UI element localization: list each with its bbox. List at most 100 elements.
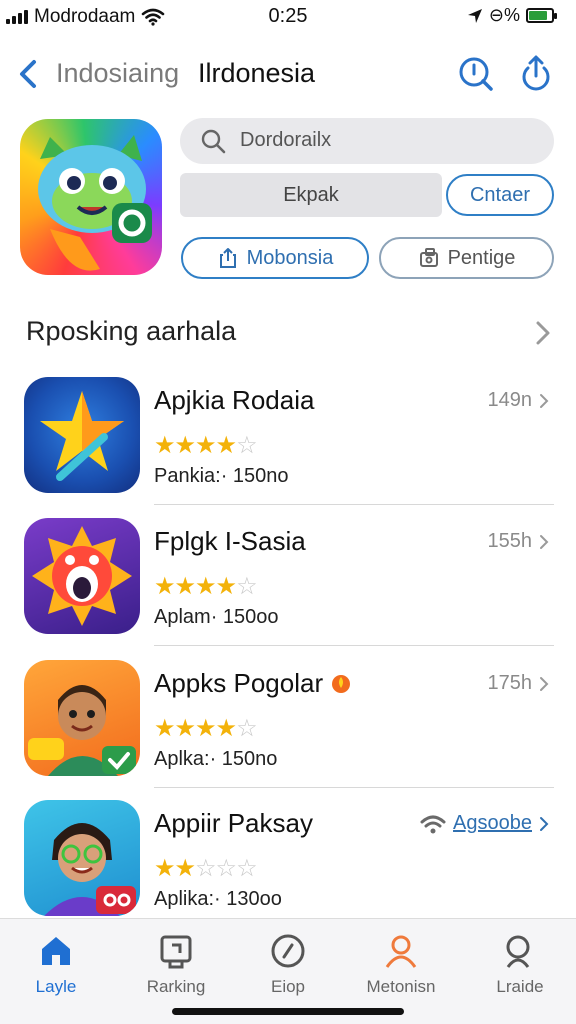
star-filled-icon: ★ [174,715,196,742]
home-indicator [172,1008,404,1015]
chevron-right-icon [540,816,549,831]
app-side-text: 155h [487,530,533,552]
divider [154,504,554,505]
wifi-signal-icon [420,815,446,833]
tab-label: Rarking [146,977,206,996]
star-rating: ★★☆☆☆ [154,854,258,883]
app-thumbnail-avatar [24,800,140,916]
star-empty-icon: ☆ [195,855,216,882]
app-side-info[interactable]: 155h [488,530,551,553]
star-filled-icon: ★ [154,432,175,459]
star-empty-icon: ☆ [215,855,237,882]
share-icon [219,248,236,268]
app-meta: Pankia:· 150no [154,465,289,487]
navigation-bar: Indosiaing Ilrdonesia [0,48,576,100]
star-rating: ★★★★☆ [154,431,258,460]
tab-label: Layle [35,977,77,996]
nav-back-label[interactable]: Indosiaing [56,58,179,89]
star-filled-icon: ★ [154,715,175,742]
search-field[interactable]: Dordorailx [180,118,554,164]
chevron-right-icon[interactable] [532,318,554,348]
app-side-text: 175h [487,672,533,694]
star-filled-icon: ★ [215,715,237,742]
ranking-icon [160,935,192,969]
person-icon [385,935,417,968]
tab-profile[interactable]: Metonisn [353,931,449,997]
magnifier-icon [201,129,226,154]
star-filled-icon: ★ [215,432,237,459]
tab-label: Lraide [496,977,544,996]
get-button-label: Ekpak [283,184,339,206]
app-name: Apjkia Rodaia [154,385,315,415]
search-icon [506,935,530,968]
share-app-button[interactable]: Mobonsia [181,237,369,279]
star-empty-icon: ☆ [236,573,257,600]
list-item[interactable]: Fplgk I-Sasia ★★★★☆ Aplam· 150oo 155h [0,518,576,658]
tab-explore[interactable]: Eiop [240,931,336,997]
chevron-right-icon [540,393,549,408]
app-side-info[interactable]: 149n [488,389,551,412]
star-filled-icon: ★ [215,573,237,600]
star-filled-icon: ★ [174,855,196,882]
battery-icon [526,8,557,23]
star-filled-icon: ★ [174,573,196,600]
open-button-label: Cntaer [469,183,531,206]
page-title: Ilrdonesia [198,58,316,88]
battery-percent: ⊖% [488,5,520,25]
get-button[interactable]: Ekpak [180,173,442,217]
search-icon[interactable] [456,54,496,94]
app-side-text: 149n [487,389,533,411]
app-name: Appiir Paksay [154,808,313,838]
star-filled-icon: ★ [154,855,175,882]
app-side-link[interactable]: Agsoobe [453,812,532,835]
star-empty-icon: ☆ [236,855,257,882]
star-empty-icon: ☆ [236,432,257,459]
star-filled-icon: ★ [195,715,216,742]
tab-home[interactable]: Layle [8,931,104,997]
tab-ranking[interactable]: Rarking [128,931,224,997]
compass-icon [271,934,305,968]
app-name: Appks Pogolar [154,668,352,699]
app-thumbnail-character [24,660,140,776]
tab-search[interactable]: Lraide [472,931,568,997]
share-app-label: Mobonsia [246,246,334,269]
search-placeholder: Dordorailx [240,129,332,151]
fire-badge-icon [332,675,351,693]
app-side-info[interactable]: Agsoobe [419,812,550,835]
section-title: Rposking aarhala [26,316,237,346]
divider [154,645,554,646]
star-rating: ★★★★☆ [154,714,258,743]
home-icon [42,937,70,965]
app-thumbnail-star [24,377,140,493]
app-meta: Aplam· 150oo [154,606,279,628]
divider [154,787,554,788]
wishlist-label: Pentige [447,246,516,269]
location-arrow-icon [467,8,482,23]
app-name-text: Appks Pogolar [154,668,324,698]
app-thumbnail-creature [24,518,140,634]
tab-label: Eiop [270,977,306,996]
star-filled-icon: ★ [195,573,216,600]
status-bar: Modrodaam 0:25 ⊖% [0,0,576,34]
star-empty-icon: ☆ [236,715,257,742]
tab-label: Metonisn [366,977,436,996]
list-item[interactable]: Appks Pogolar ★★★★☆ Aplka:· 150no 175h [0,660,576,800]
app-side-info[interactable]: 175h [488,672,551,695]
chevron-right-icon [540,534,549,549]
star-filled-icon: ★ [195,432,216,459]
chevron-left-icon[interactable] [14,54,44,94]
app-meta: Aplika:· 130oo [154,888,282,910]
wishlist-button[interactable]: Pentige [379,237,554,279]
chevron-right-icon [540,676,549,691]
star-rating: ★★★★☆ [154,572,258,601]
status-right: ⊖% [467,5,557,26]
app-meta: Aplka:· 150no [154,748,278,770]
open-button[interactable]: Cntaer [446,174,554,216]
star-filled-icon: ★ [174,432,196,459]
share-icon[interactable] [516,54,556,94]
featured-app-icon[interactable] [20,119,162,275]
app-name: Fplgk I-Sasia [154,526,306,556]
gift-card-icon [419,248,438,267]
list-item[interactable]: Apjkia Rodaia ★★★★☆ Pankia:· 150no 149n [0,377,576,517]
star-filled-icon: ★ [154,573,175,600]
